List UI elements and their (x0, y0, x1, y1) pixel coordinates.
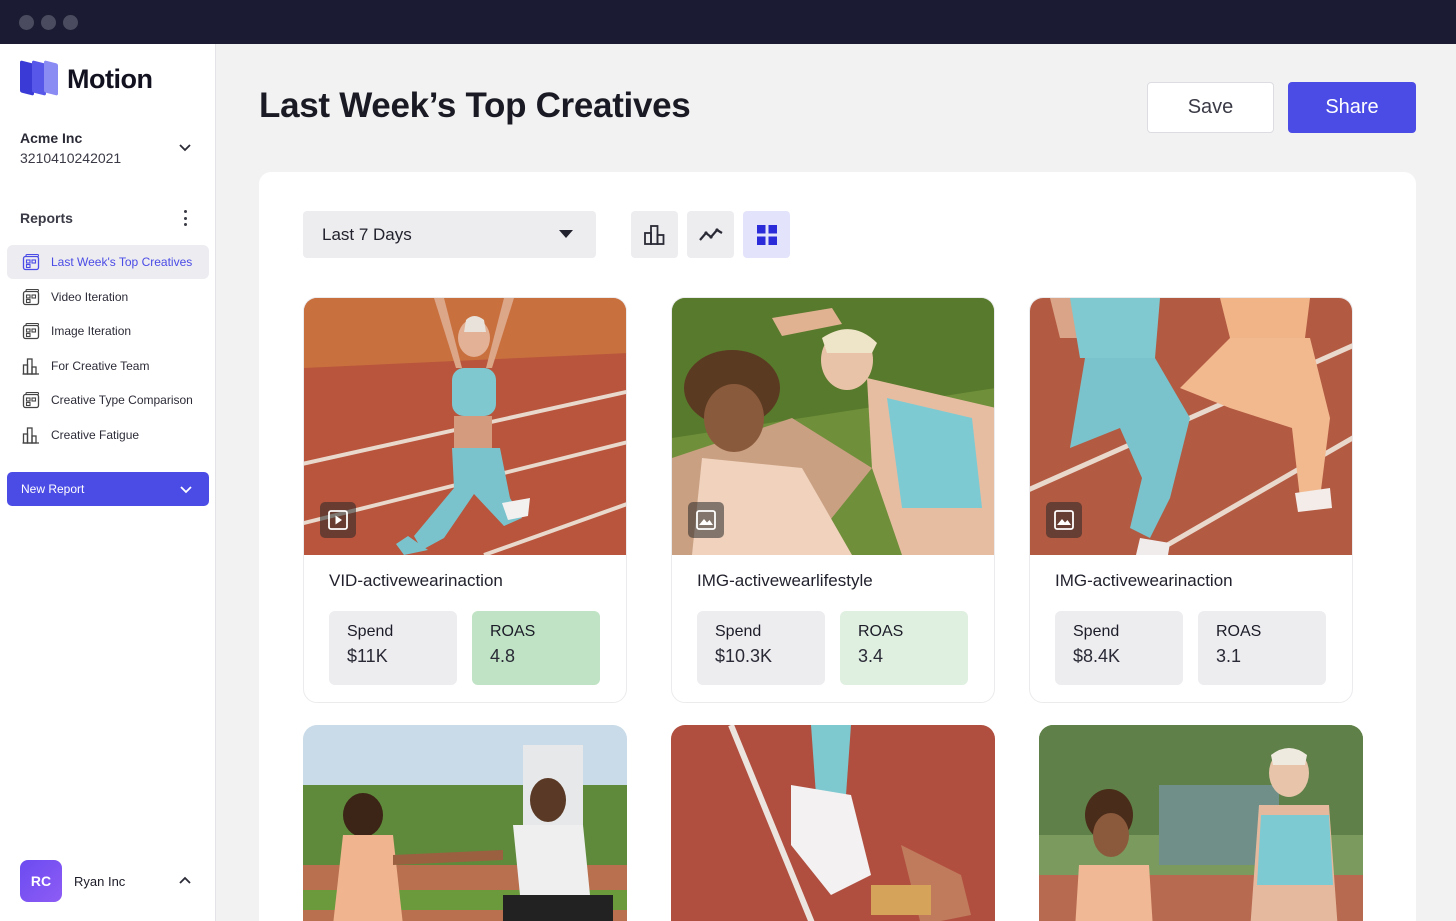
spend-value: $10.3K (715, 646, 773, 666)
caret-down-icon (559, 230, 573, 238)
share-button[interactable]: Share (1288, 82, 1416, 133)
nav-item-last-weeks-top-creatives[interactable]: Last Week's Top Creatives (7, 245, 209, 279)
nav-item-image-iteration[interactable]: Image Iteration (7, 314, 209, 348)
creative-thumbnail-image (303, 725, 627, 921)
bar-chart-view-button[interactable] (631, 211, 678, 258)
spend-label: Spend (715, 623, 762, 640)
nav-item-for-creative-team[interactable]: For Creative Team (7, 349, 209, 383)
roas-label: ROAS (490, 623, 536, 640)
creative-card[interactable] (671, 725, 995, 921)
nav-item-video-iteration[interactable]: Video Iteration (7, 280, 209, 314)
new-report-label: New Report (21, 482, 85, 496)
sidebar: Motion Acme Inc 3210410242021 Reports La… (0, 44, 216, 921)
window-close-button[interactable] (19, 15, 34, 30)
video-type-badge (320, 502, 356, 538)
reports-section-title: Reports (20, 210, 196, 226)
roas-metric: ROAS 4.8 (472, 611, 600, 685)
play-video-icon (328, 510, 348, 530)
date-range-select[interactable]: Last 7 Days (303, 211, 596, 258)
grid-view-icon (756, 224, 777, 245)
date-range-value: Last 7 Days (322, 224, 412, 244)
creative-card[interactable]: IMG-activewearinaction Spend $8.4K ROAS … (1029, 297, 1353, 703)
creative-name: IMG-activewearinaction (1055, 571, 1233, 590)
bar-chart-icon (22, 426, 39, 444)
line-chart-view-button[interactable] (687, 211, 734, 258)
window-titlebar (0, 0, 1456, 44)
save-button[interactable]: Save (1147, 82, 1274, 133)
creative-card[interactable]: IMG-activewearlifestyle Spend $10.3K ROA… (671, 297, 995, 703)
reports-title-label: Reports (20, 210, 73, 226)
account-name: Acme Inc (20, 130, 83, 146)
creative-name: VID-activewearinaction (329, 571, 503, 590)
image-icon (696, 510, 716, 530)
grid-report-icon (22, 288, 40, 305)
roas-metric: ROAS 3.4 (840, 611, 968, 685)
grid-report-icon (22, 391, 40, 409)
chevron-down-icon (179, 144, 191, 152)
bar-chart-icon (22, 357, 39, 375)
nav-item-label: Last Week's Top Creatives (51, 255, 193, 269)
spend-metric: Spend $10.3K (697, 611, 825, 685)
spend-label: Spend (1073, 623, 1120, 640)
creative-thumbnail-image (671, 725, 995, 921)
motion-logo-icon (20, 60, 60, 96)
roas-label: ROAS (1216, 623, 1262, 640)
image-icon (1054, 510, 1074, 530)
spend-label: Spend (347, 623, 394, 640)
creative-card[interactable] (303, 725, 627, 921)
chevron-down-icon (180, 486, 192, 494)
more-options-icon[interactable] (182, 210, 188, 226)
avatar: RC (20, 860, 62, 902)
roas-value: 4.8 (490, 646, 516, 666)
window-minimize-button[interactable] (41, 15, 56, 30)
grid-report-icon (22, 322, 40, 340)
spend-value: $11K (347, 646, 388, 666)
reports-nav: Last Week's Top Creatives Video Iteratio… (7, 245, 209, 452)
roas-value: 3.1 (1216, 646, 1242, 666)
page-title: Last Week’s Top Creatives (259, 86, 691, 125)
user-name: Ryan Inc (74, 873, 126, 889)
nav-item-creative-type-comparison[interactable]: Creative Type Comparison (7, 383, 209, 417)
nav-item-creative-fatigue[interactable]: Creative Fatigue (7, 418, 209, 452)
window-maximize-button[interactable] (63, 15, 78, 30)
nav-item-label: For Creative Team (51, 358, 150, 373)
roas-value: 3.4 (858, 646, 884, 666)
user-menu[interactable]: RC Ryan Inc (20, 860, 196, 902)
nav-item-label: Creative Type Comparison (51, 393, 193, 407)
nav-item-label: Video Iteration (51, 289, 129, 304)
nav-item-label: Creative Fatigue (51, 427, 140, 442)
creative-card[interactable]: VID-activewearinaction Spend $11K ROAS 4… (303, 297, 627, 703)
image-type-badge (688, 502, 724, 538)
grid-view-button[interactable] (743, 211, 790, 258)
creative-name: IMG-activewearlifestyle (697, 571, 873, 590)
line-chart-icon (698, 227, 723, 241)
spend-metric: Spend $8.4K (1055, 611, 1183, 685)
new-report-button[interactable]: New Report (7, 472, 209, 506)
account-id: 3210410242021 (20, 150, 122, 166)
bar-chart-icon (643, 224, 664, 245)
creative-card[interactable] (1039, 725, 1363, 921)
brand-logo[interactable]: Motion (20, 60, 153, 96)
brand-name: Motion (67, 63, 153, 94)
roas-metric: ROAS 3.1 (1198, 611, 1326, 685)
grid-report-icon (22, 253, 40, 271)
image-type-badge (1046, 502, 1082, 538)
spend-metric: Spend $11K (329, 611, 457, 685)
account-switcher[interactable]: Acme Inc 3210410242021 (20, 130, 196, 166)
roas-label: ROAS (858, 623, 904, 640)
creative-thumbnail-image (1039, 725, 1363, 921)
nav-item-label: Image Iteration (51, 324, 132, 338)
spend-value: $8.4K (1073, 646, 1121, 666)
chevron-up-icon (179, 876, 191, 884)
